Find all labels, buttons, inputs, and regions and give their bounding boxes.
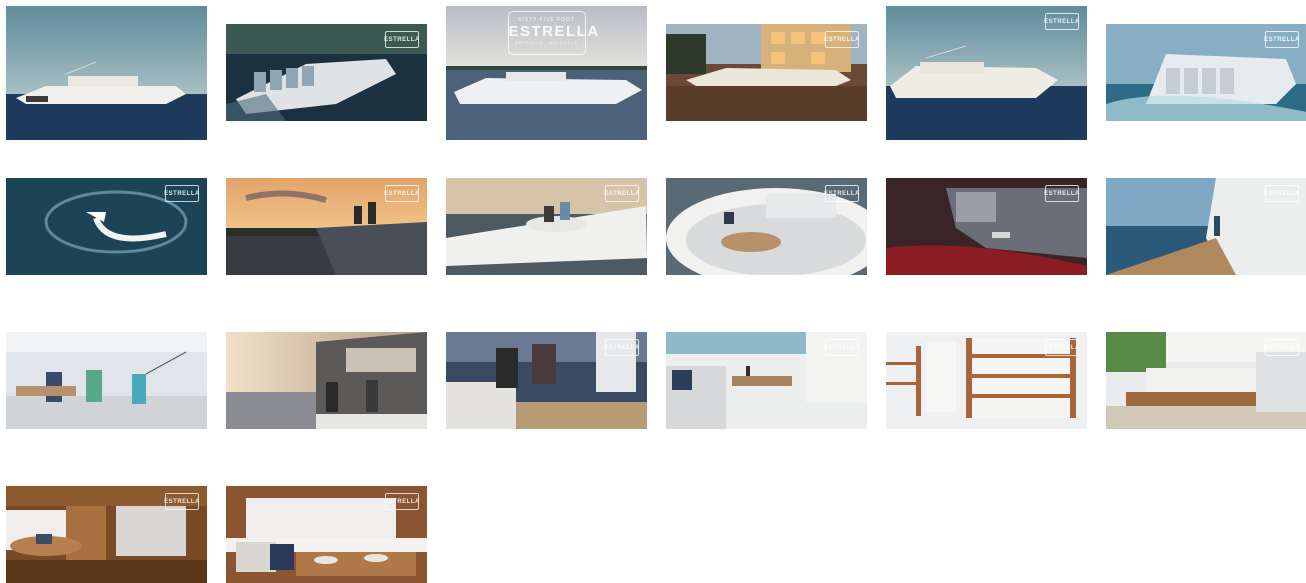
estrella-badge: ESTRELLA bbox=[1264, 339, 1299, 356]
thumbnail-boat-aerial-wake[interactable]: ESTRELLA bbox=[6, 178, 207, 275]
thumbnail-boat-docked-house[interactable]: ESTRELLA bbox=[666, 24, 867, 121]
cockpit-sunset-image bbox=[226, 332, 427, 429]
estrella-badge: ESTRELLA bbox=[384, 185, 419, 202]
estrella-badge: ESTRELLA bbox=[384, 493, 419, 510]
thumbnail-bow-seating[interactable]: ESTRELLA bbox=[666, 178, 867, 275]
estrella-badge: ESTRELLA bbox=[604, 339, 639, 356]
estrella-badge: ESTRELLA bbox=[824, 339, 859, 356]
thumbnail-friends-fishing-cockpit[interactable] bbox=[6, 332, 207, 429]
thumbnail-cockpit-sunset[interactable] bbox=[226, 332, 427, 429]
thumbnail-side-deck-walkway[interactable]: ESTRELLA bbox=[1106, 178, 1306, 275]
thumbnail-boat-cruising-2[interactable]: ESTRELLA bbox=[886, 6, 1087, 140]
estrella-badge: ESTRELLA bbox=[824, 185, 859, 202]
estrella-badge: ESTRELLA bbox=[164, 185, 199, 202]
thumbnail-aft-lounge-teak[interactable]: ESTRELLA bbox=[1106, 332, 1306, 429]
thumbnail-boat-hero-logo[interactable]: SIXTY-FIVE FOOT ESTRELLA ESTRELLA · VALH… bbox=[446, 6, 647, 140]
estrella-badge: ESTRELLA bbox=[604, 185, 639, 202]
hero-logo-name: ESTRELLA bbox=[508, 23, 600, 40]
estrella-badge: ESTRELLA bbox=[1044, 339, 1079, 356]
thumbnail-cabin-galley[interactable]: ESTRELLA bbox=[6, 486, 207, 583]
thumbnail-teak-seat-backs[interactable]: ESTRELLA bbox=[886, 332, 1087, 429]
estrella-badge: ESTRELLA bbox=[1044, 185, 1079, 202]
thumbnail-boat-night-engines[interactable]: ESTRELLA bbox=[226, 24, 427, 121]
gallery-grid: ESTRELLA SIXTY-FIVE FOOT ESTRELLA ESTREL… bbox=[0, 0, 1306, 583]
estrella-badge: ESTRELLA bbox=[164, 493, 199, 510]
thumbnail-boat-cruising[interactable] bbox=[6, 6, 207, 140]
thumbnail-cabin-dinette[interactable]: ESTRELLA bbox=[226, 486, 427, 583]
estrella-badge: ESTRELLA bbox=[1264, 31, 1299, 48]
thumbnail-engines-red-light[interactable]: ESTRELLA bbox=[886, 178, 1087, 275]
estrella-badge: ESTRELLA bbox=[824, 31, 859, 48]
boat-cruising-image bbox=[6, 6, 207, 140]
thumbnail-boat-stern-engines[interactable]: ESTRELLA bbox=[1106, 24, 1306, 121]
friends-fishing-cockpit-image bbox=[6, 332, 207, 429]
thumbnail-couple-dining-evening[interactable]: ESTRELLA bbox=[446, 332, 647, 429]
hero-logo-bottom-line: ESTRELLA · VALHALLA bbox=[515, 40, 578, 45]
estrella-hero-logo: SIXTY-FIVE FOOT ESTRELLA ESTRELLA · VALH… bbox=[507, 11, 600, 55]
estrella-badge: ESTRELLA bbox=[1264, 185, 1299, 202]
thumbnail-couple-bow-lounge[interactable]: ESTRELLA bbox=[446, 178, 647, 275]
estrella-badge: ESTRELLA bbox=[1044, 13, 1079, 30]
thumbnail-couple-sunset-bow[interactable]: ESTRELLA bbox=[226, 178, 427, 275]
estrella-badge: ESTRELLA bbox=[384, 31, 419, 48]
thumbnail-cockpit-dining-table[interactable]: ESTRELLA bbox=[666, 332, 867, 429]
